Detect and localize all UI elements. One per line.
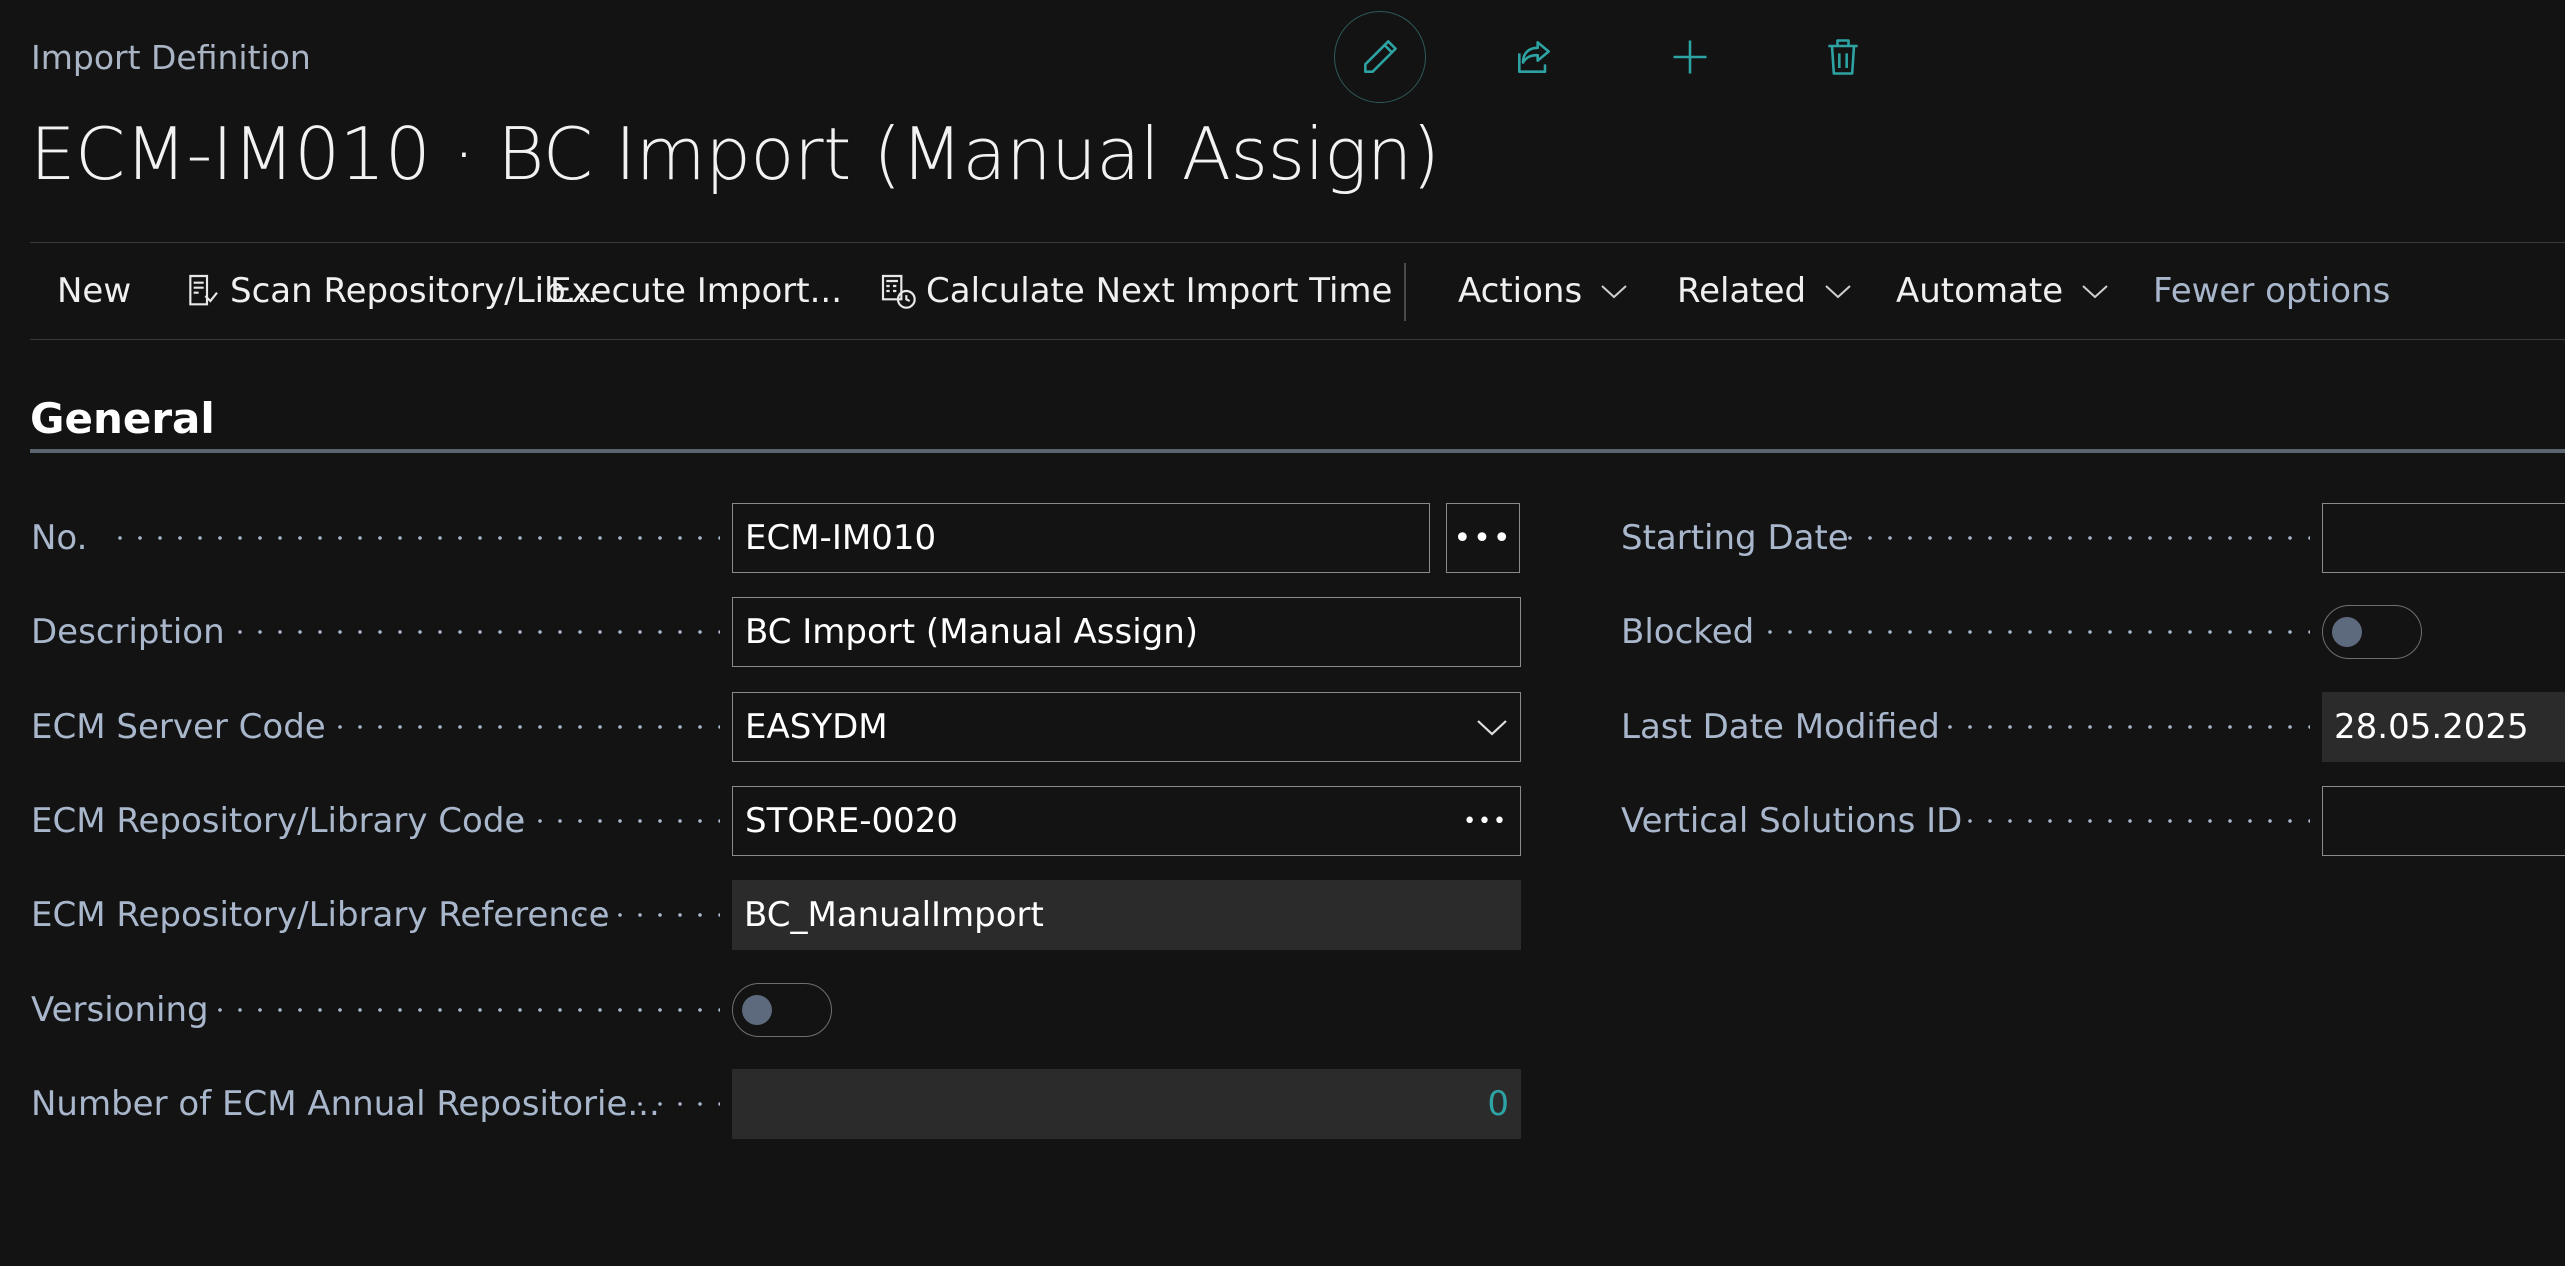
document-scan-icon [189, 274, 218, 306]
plus-icon [1673, 40, 1707, 74]
calculate-next-import-label: Calculate Next Import Time [926, 271, 1393, 311]
versioning-toggle[interactable] [732, 983, 832, 1037]
dotted-leader [1840, 503, 2310, 573]
delete-button[interactable] [1797, 11, 1889, 103]
versioning-label: Versioning [31, 990, 209, 1030]
share-button[interactable] [1488, 11, 1580, 103]
dotted-leader [1940, 692, 2310, 762]
toggle-knob [742, 995, 772, 1025]
actions-menu[interactable]: Actions [1458, 271, 1628, 311]
page-title: ECM-IM010 · BC Import (Manual Assign) [30, 112, 1440, 196]
repo-code-label: ECM Repository/Library Code [31, 801, 526, 841]
repo-code-field[interactable]: STORE-0020 ••• [732, 786, 1521, 856]
server-code-select[interactable]: EASYDM [732, 692, 1521, 762]
dotted-leader [330, 692, 720, 762]
automate-menu[interactable]: Automate [1896, 271, 2109, 311]
repo-code-value: STORE-0020 [745, 801, 959, 841]
description-field[interactable]: BC Import (Manual Assign) [732, 597, 1521, 667]
dotted-leader [1760, 597, 2310, 667]
repo-reference-label: ECM Repository/Library Reference [31, 895, 610, 935]
no-field[interactable]: ECM-IM010 [732, 503, 1430, 573]
section-divider [30, 449, 2565, 453]
repo-reference-field: BC_ManualImport [732, 880, 1521, 950]
last-modified-label: Last Date Modified [1621, 707, 1940, 747]
dotted-leader [210, 975, 720, 1045]
fewer-options-button[interactable]: Fewer options [2153, 271, 2390, 311]
description-label: Description [31, 612, 225, 652]
section-title: General [30, 394, 215, 443]
no-lookup-button[interactable]: ••• [1446, 503, 1520, 573]
starting-date-field[interactable] [2322, 503, 2565, 573]
automate-menu-label: Automate [1896, 271, 2064, 311]
dotted-leader [1960, 786, 2310, 856]
chevron-down-icon [2082, 285, 2108, 299]
toggle-knob [2332, 617, 2362, 647]
trash-icon [1828, 39, 1858, 75]
edit-button[interactable] [1334, 11, 1426, 103]
vertical-solutions-label: Vertical Solutions ID [1621, 801, 1963, 841]
no-label: No. [31, 518, 88, 558]
scan-repository-action[interactable]: Scan Repository/Lib... [182, 271, 598, 311]
vertical-solutions-field[interactable] [2322, 786, 2565, 856]
annual-repos-field[interactable]: 0 [732, 1069, 1521, 1139]
ellipsis-icon: ••• [1453, 520, 1513, 556]
server-code-label: ECM Server Code [31, 707, 326, 747]
last-modified-field: 28.05.2025 [2322, 692, 2565, 762]
dotted-leader [110, 503, 720, 573]
action-bar-divider [1404, 263, 1406, 321]
execute-import-action[interactable]: Execute Import... [550, 271, 842, 311]
dotted-leader [570, 880, 720, 950]
server-code-value: EASYDM [745, 707, 888, 747]
dotted-leader [230, 597, 720, 667]
chevron-down-icon [1601, 285, 1627, 299]
starting-date-label: Starting Date [1621, 518, 1849, 558]
new-action[interactable]: New [57, 271, 131, 311]
calculator-clock-icon [881, 274, 916, 309]
related-menu[interactable]: Related [1677, 271, 1852, 311]
dotted-leader [510, 786, 720, 856]
annual-repos-label: Number of ECM Annual Repositorie... [31, 1084, 660, 1124]
breadcrumb: Import Definition [31, 38, 311, 77]
calculate-next-import-action[interactable]: Calculate Next Import Time [878, 271, 1392, 311]
scan-repository-label: Scan Repository/Lib... [230, 271, 599, 311]
ellipsis-icon[interactable]: ••• [1463, 809, 1508, 834]
share-icon [1518, 41, 1550, 73]
chevron-down-icon [1825, 285, 1851, 299]
blocked-toggle[interactable] [2322, 605, 2422, 659]
new-record-button[interactable] [1644, 11, 1736, 103]
dotted-leader [630, 1069, 720, 1139]
chevron-down-icon [1477, 720, 1507, 736]
action-bar: New Scan Repository/Lib... Execute Impor… [30, 242, 2565, 340]
actions-menu-label: Actions [1458, 271, 1583, 311]
related-menu-label: Related [1677, 271, 1807, 311]
pencil-icon [1364, 40, 1397, 73]
annual-repos-value[interactable]: 0 [1487, 1084, 1509, 1124]
blocked-label: Blocked [1621, 612, 1755, 652]
